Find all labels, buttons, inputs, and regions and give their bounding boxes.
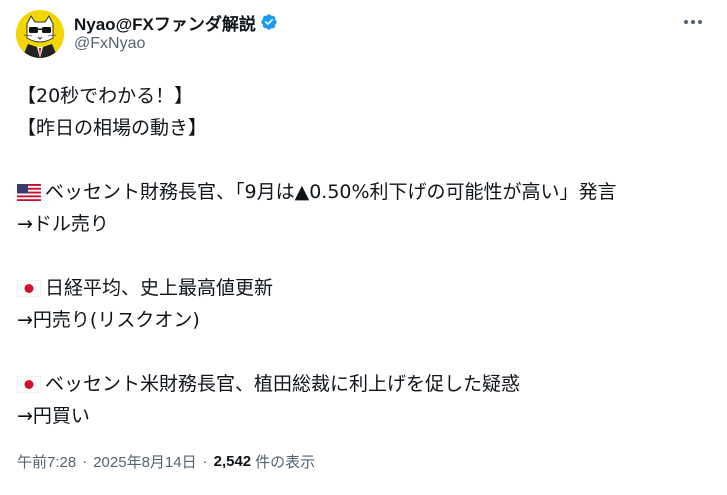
author-names: Nyao@FXファンダ解説 @FxNyao <box>74 11 278 53</box>
us-flag-icon <box>17 183 41 201</box>
cat-avatar-icon <box>16 10 64 58</box>
tweet-header: Nyao@FXファンダ解説 @FxNyao <box>16 10 706 62</box>
text-line: ベッセント財務長官、「9月は▲0.50%利下げの可能性が高い」発言 <box>45 181 617 203</box>
separator: · <box>82 453 88 470</box>
tweet: Nyao@FXファンダ解説 @FxNyao 【20秒でわかる！】 【昨日の相場の… <box>0 0 727 495</box>
avatar[interactable] <box>16 10 64 58</box>
display-name-row: Nyao@FXファンダ解説 <box>74 10 278 35</box>
display-name[interactable]: Nyao@FXファンダ解説 <box>74 10 256 35</box>
handle[interactable]: @FxNyao <box>74 35 278 53</box>
text-line: →ドル売り <box>17 213 109 235</box>
text-line: 日経平均、史上最高値更新 <box>45 277 274 299</box>
text-line: →円売り(リスクオン) <box>17 309 200 331</box>
text-line-with-flag: 日経平均、史上最高値更新 <box>17 272 717 304</box>
text-line: →円買い <box>17 405 90 427</box>
verified-badge-icon[interactable] <box>260 13 278 31</box>
more-options-icon[interactable] <box>682 12 704 32</box>
text-line: 【昨日の相場の動き】 <box>17 117 208 139</box>
text-line: 【20秒でわかる！】 <box>17 85 194 107</box>
japan-flag-icon <box>17 375 41 393</box>
text-line: ベッセント米財務長官、植田総裁に利上げを促した疑惑 <box>45 373 521 395</box>
views-count[interactable]: 2,542 <box>214 453 252 470</box>
text-line-with-flag: ベッセント米財務長官、植田総裁に利上げを促した疑惑 <box>17 368 717 400</box>
japan-flag-icon <box>17 279 41 297</box>
separator: · <box>202 453 208 470</box>
text-line-with-flag: ベッセント財務長官、「9月は▲0.50%利下げの可能性が高い」発言 <box>17 176 717 208</box>
views-label: 件の表示 <box>255 454 316 471</box>
tweet-text: 【20秒でわかる！】 【昨日の相場の動き】 ベッセント財務長官、「9月は▲0.5… <box>17 80 717 432</box>
tweet-meta: 午前7:28 · 2025年8月14日 · 2,542 件の表示 <box>17 451 315 472</box>
tweet-date[interactable]: 2025年8月14日 <box>93 451 196 472</box>
tweet-time[interactable]: 午前7:28 <box>17 451 76 472</box>
